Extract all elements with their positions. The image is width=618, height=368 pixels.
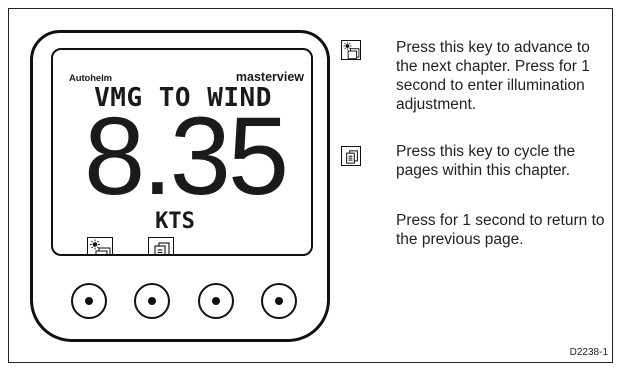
- legend-page-cycle-key: [341, 146, 361, 166]
- illumination-chapter-key-icon: [343, 42, 360, 60]
- page-cycle-hold-note: Press for 1 second to return to the prev…: [396, 212, 605, 248]
- page-cycle-key[interactable]: [148, 237, 174, 254]
- page-cycle-key-icon: [154, 242, 170, 254]
- lcd-screen: Autohelm masterview VMG TO WIND 8.35 KTS: [51, 48, 313, 256]
- masterview-instrument: Autohelm masterview VMG TO WIND 8.35 KTS: [30, 30, 330, 342]
- illumination-chapter-key-icon: [90, 239, 111, 254]
- instrument-button-1[interactable]: [71, 283, 107, 319]
- product-label: masterview: [235, 70, 304, 84]
- illumination-key-description: Press this key to advance to the next ch…: [396, 39, 590, 113]
- instrument-button-4[interactable]: [261, 283, 297, 319]
- instrument-button-3[interactable]: [198, 283, 234, 319]
- figure-reference: D2238-1: [569, 347, 608, 358]
- page-cycle-key-icon: [346, 150, 358, 164]
- instrument-button-2[interactable]: [134, 283, 170, 319]
- legend-illumination-chapter-key: [341, 40, 361, 60]
- illumination-chapter-key[interactable]: [87, 237, 113, 254]
- page-cycle-key-description: Press this key to cycle the pages within…: [396, 143, 576, 179]
- speed-reading: 8.35: [83, 95, 289, 218]
- speed-units: KTS: [155, 209, 195, 234]
